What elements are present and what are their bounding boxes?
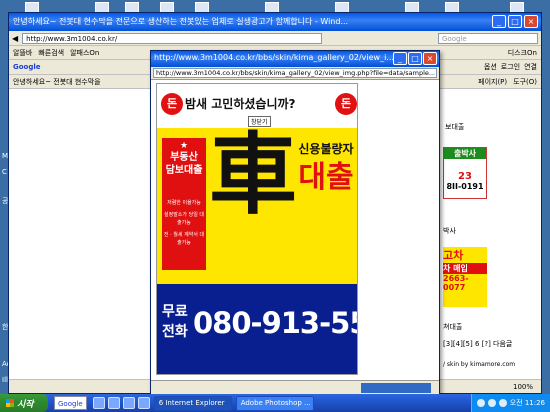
star-icon: ★ bbox=[179, 141, 189, 151]
mortgage-box: ★ 부동산 담보대출 저렴한 이율가능 설정말소가 당일 대출가능 전 · 월세… bbox=[162, 138, 206, 270]
taskbar: 시작 Google 6 Internet Explorer Adobe Phot… bbox=[0, 394, 550, 412]
popup-address-input[interactable]: http://www.3m1004.co.kr/bbs/skin/kima_ga… bbox=[153, 68, 437, 78]
desktop-label: C bbox=[2, 168, 7, 176]
link-item[interactable]: 알패스On bbox=[70, 48, 99, 58]
taskbar-item-ie[interactable]: 6 Internet Explorer bbox=[153, 395, 232, 411]
sidebar-ad-sub: 차 매입 bbox=[443, 263, 487, 274]
pagination[interactable]: [3][4][5] 6 [?] 다음글 bbox=[443, 339, 512, 349]
ad-headline: 밤새 고민하셨습니까? bbox=[185, 97, 296, 111]
mortgage-detail: 저렴한 이율가능 bbox=[167, 200, 201, 206]
start-button[interactable]: 시작 bbox=[0, 394, 48, 412]
google-logo: Google bbox=[13, 63, 41, 71]
toolbar-option[interactable]: 옵션 bbox=[484, 62, 497, 72]
tools-menu[interactable]: 도구(O) bbox=[513, 77, 537, 87]
close-button[interactable]: × bbox=[524, 15, 538, 28]
ad-main-panel: ★ 부동산 담보대출 저렴한 이율가능 설정말소가 당일 대출가능 전 · 월세… bbox=[157, 128, 357, 284]
system-tray: 오전 11:26 bbox=[470, 394, 550, 412]
address-input[interactable]: http://www.3m1004.co.kr/ bbox=[22, 32, 323, 44]
sidebar-ad-phone: 8II-0191 bbox=[446, 182, 484, 191]
status-progress bbox=[361, 383, 431, 393]
tray-icon[interactable] bbox=[476, 399, 485, 407]
start-label: 시작 bbox=[17, 399, 34, 410]
maximize-button[interactable]: □ bbox=[508, 15, 522, 28]
address-bar: ◀ http://www.3m1004.co.kr/ Google bbox=[9, 31, 541, 46]
quicklaunch-icon[interactable] bbox=[122, 397, 135, 409]
background-window-title: 안녕하세요~ 전봇대 현수막을 전문으로 생산하는 전봇있는 업체로 실생광고가… bbox=[13, 17, 349, 26]
sidebar-ad[interactable]: 고차 차 매입 2663-0077 bbox=[443, 247, 487, 307]
toolbar-connect[interactable]: 연결 bbox=[524, 62, 537, 72]
right-sidebar: 보대출 출박사 23 8II-0191 박사 고차 차 매입 2663-0077… bbox=[441, 89, 541, 379]
mortgage-detail: 전 · 월세 계약서 대출가능 bbox=[163, 232, 205, 246]
google-deskbar[interactable]: Google bbox=[54, 396, 87, 410]
zoom-level[interactable]: 100% bbox=[513, 383, 533, 391]
image-popup-window[interactable]: http://www.3m1004.co.kr/bbs/skin/kima_ga… bbox=[150, 50, 440, 395]
ad-phone-panel: 무료 전화 080-913-5555 bbox=[157, 284, 357, 374]
free-call-label: 무료 전화 bbox=[162, 302, 190, 342]
skin-credit: / skin by kimamore.com bbox=[443, 361, 516, 368]
tray-icon[interactable] bbox=[498, 399, 507, 407]
free-label: 무료 bbox=[162, 304, 188, 320]
windows-logo-icon bbox=[6, 399, 14, 407]
mortgage-title-line2: 담보대출 bbox=[165, 165, 203, 176]
sidebar-ad-phone: 2663-0077 bbox=[443, 274, 469, 292]
popup-titlebar[interactable]: http://www.3m1004.co.kr/bbs/skin/kima_ga… bbox=[151, 51, 439, 67]
sidebar-text[interactable]: 보대출 bbox=[445, 122, 464, 132]
sidebar-text[interactable]: 쳐대출 bbox=[443, 322, 462, 332]
mortgage-title-line1: 부동산 bbox=[170, 152, 198, 163]
sidebar-ad[interactable]: 출박사 23 8II-0191 bbox=[443, 147, 487, 199]
quicklaunch-icon[interactable] bbox=[107, 397, 120, 409]
minimize-button[interactable]: _ bbox=[492, 15, 506, 28]
taskbar-item-photoshop[interactable]: Adobe Photoshop ... bbox=[235, 395, 314, 411]
money-coin-icon: 돈 bbox=[335, 93, 357, 115]
popup-status-bar bbox=[151, 380, 439, 394]
popup-content: 돈 밤새 고민하셨습니까? 돈 창닫기 ★ 부동산 담보대출 저렴한 이율가능 … bbox=[154, 81, 438, 381]
sidebar-ad-text: 출박사 bbox=[444, 148, 486, 159]
link-item[interactable]: 알뜰바 bbox=[13, 48, 32, 58]
close-button[interactable]: × bbox=[423, 52, 437, 65]
call-label: 전화 bbox=[162, 324, 188, 340]
maximize-button[interactable]: □ bbox=[408, 52, 422, 65]
quicklaunch-icon[interactable] bbox=[92, 397, 105, 409]
tab-main[interactable]: 안녕하세요~ 전봇대 현수막을 bbox=[13, 77, 101, 87]
minimize-button[interactable]: _ bbox=[393, 52, 407, 65]
back-icon[interactable]: ◀ bbox=[12, 34, 18, 43]
phone-number: 080-913-5555 bbox=[193, 306, 357, 340]
link-item[interactable]: 디스크On bbox=[508, 48, 537, 58]
search-input[interactable]: Google bbox=[438, 32, 538, 44]
loan-label: 대출 bbox=[298, 160, 354, 195]
page-menu[interactable]: 페이지(P) bbox=[478, 77, 507, 87]
mortgage-detail: 설정말소가 당일 대출가능 bbox=[164, 212, 204, 226]
toolbar-login[interactable]: 로그인 bbox=[501, 62, 520, 72]
clock: 오전 11:26 bbox=[509, 399, 545, 407]
popup-address-bar: http://www.3m1004.co.kr/bbs/skin/kima_ga… bbox=[151, 67, 439, 80]
sidebar-text[interactable]: 박사 bbox=[443, 226, 456, 236]
link-item[interactable]: 빠른검색 bbox=[38, 48, 64, 58]
loan-advertisement: 돈 밤새 고민하셨습니까? 돈 창닫기 ★ 부동산 담보대출 저렴한 이율가능 … bbox=[156, 83, 358, 375]
quicklaunch-icon[interactable] bbox=[137, 397, 150, 409]
credit-label: 신용불량자 bbox=[298, 142, 354, 156]
car-character: 車 bbox=[209, 122, 298, 226]
quick-launch bbox=[92, 397, 150, 409]
money-coin-icon: 돈 bbox=[161, 93, 183, 115]
sidebar-ad-title: 고차 bbox=[443, 249, 464, 262]
tray-icon[interactable] bbox=[487, 399, 496, 407]
background-window-titlebar[interactable]: 안녕하세요~ 전봇대 현수막을 전문으로 생산하는 전봇있는 업체로 실생광고가… bbox=[9, 13, 541, 31]
popup-title: http://www.3m1004.co.kr/bbs/skin/kima_ga… bbox=[154, 53, 394, 62]
sidebar-ad-number: 23 bbox=[458, 171, 472, 182]
